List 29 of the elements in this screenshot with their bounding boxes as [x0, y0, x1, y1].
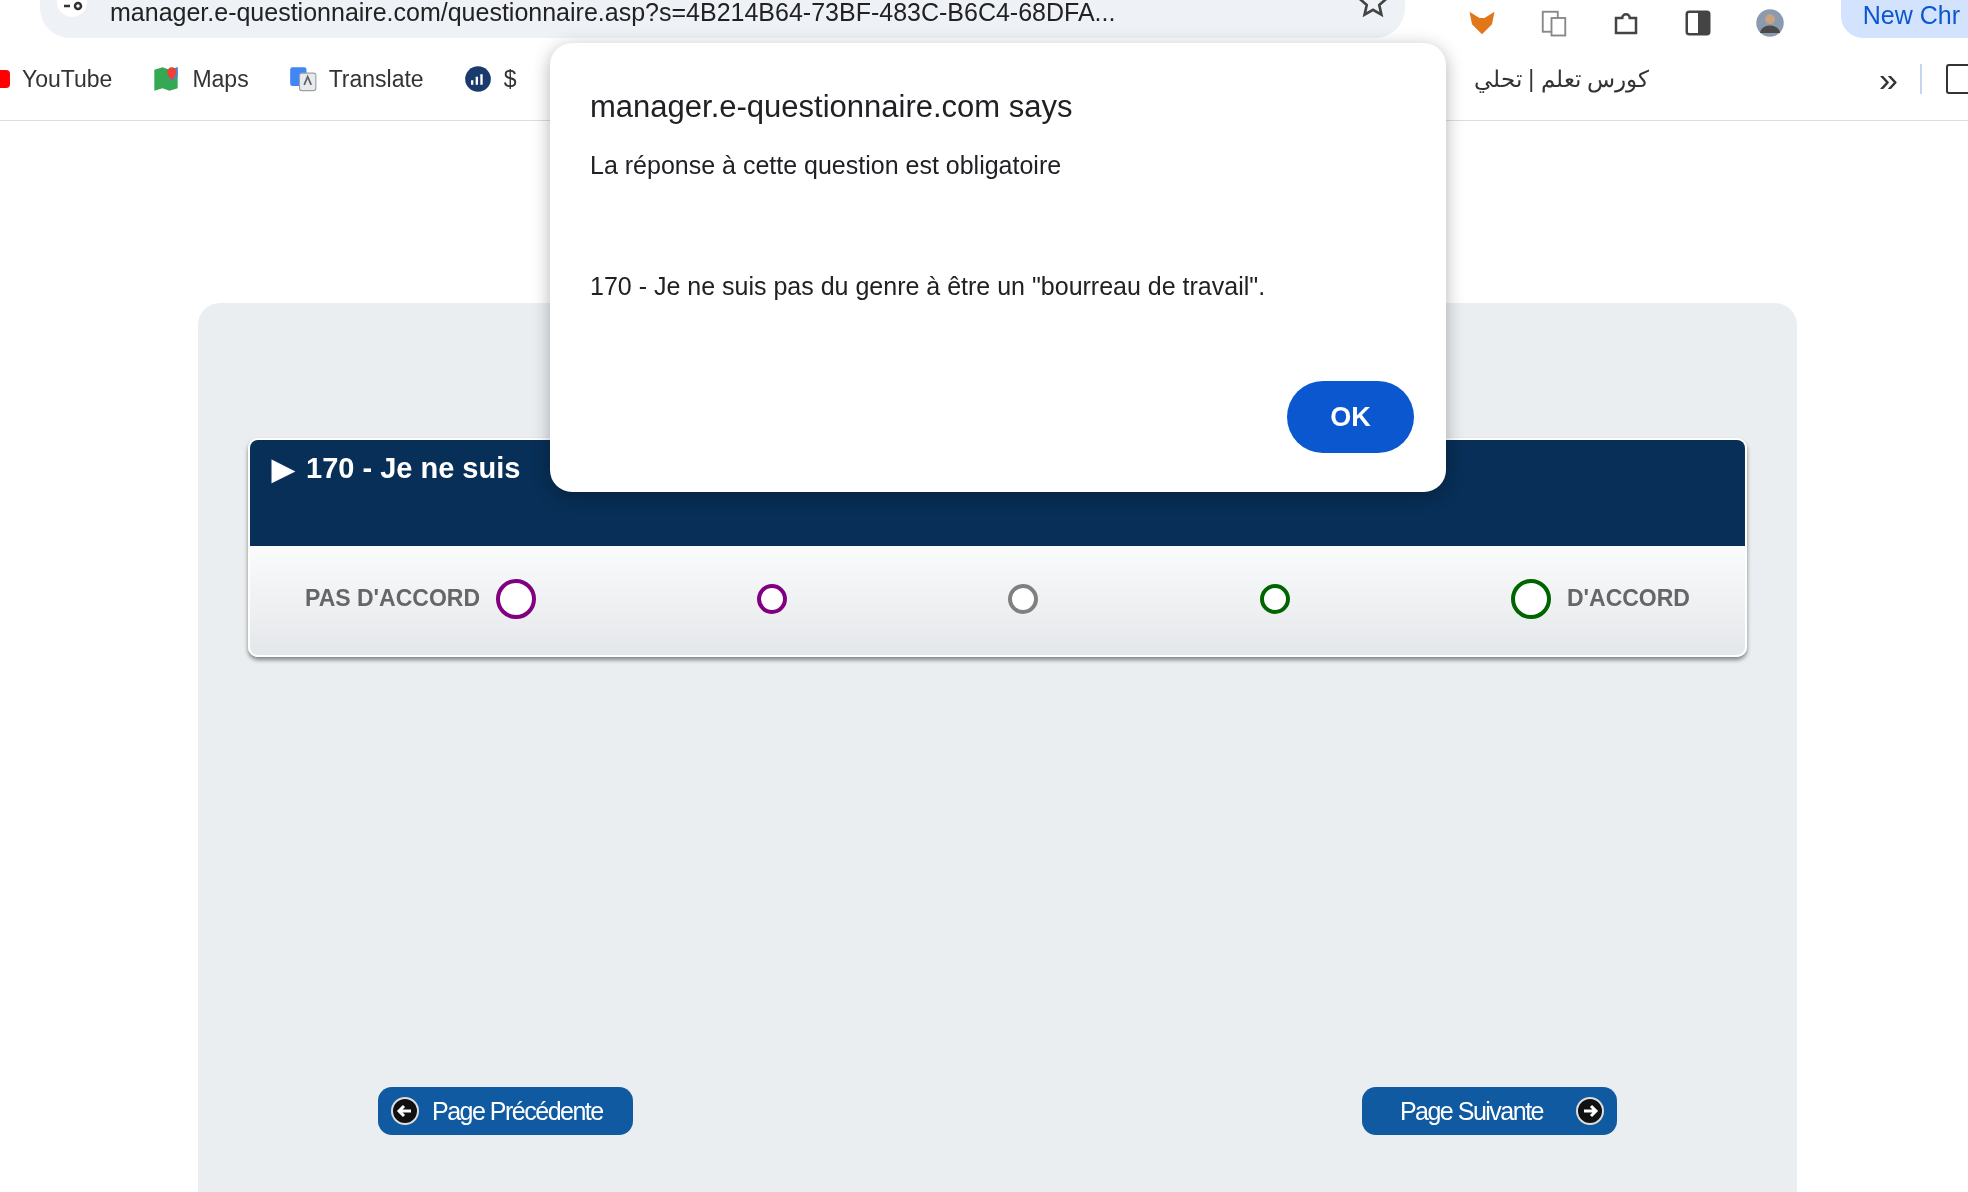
question-title: 170 - Je ne suis	[306, 452, 521, 485]
bookmark-link[interactable]: Maps	[192, 65, 249, 93]
video-icon	[0, 70, 10, 88]
scale-label: PAS D'ACCORD	[305, 585, 480, 612]
dialog-detail: 170 - Je ne suis pas du genre à être un "bourreau de travail".	[590, 272, 1267, 301]
radio-button[interactable]	[757, 583, 788, 614]
avatar-icon[interactable]	[1753, 8, 1787, 38]
bookmark-link[interactable]: كورس تعلم | تحلي	[1473, 65, 1650, 93]
radio-button[interactable]	[1259, 583, 1290, 614]
next-page-button[interactable]: Page Suivante	[1362, 1087, 1617, 1135]
dialog-message: La réponse à cette question est obligatoire	[590, 151, 1063, 180]
bookmarks-overflow-button[interactable]: »	[1879, 59, 1898, 99]
radio-button[interactable]	[1510, 578, 1551, 619]
ok-button[interactable]: OK	[1287, 381, 1414, 453]
bookmark-link[interactable]: Translate	[328, 65, 424, 93]
previous-page-button[interactable]: Page Précédente	[378, 1087, 633, 1135]
bookmark-link[interactable]: YouTube	[22, 65, 113, 93]
scale-label: D'ACCORD	[1566, 585, 1690, 612]
new-chrome-button[interactable]: New Chr	[1840, 0, 1968, 38]
address-bar[interactable]: manager.e-questionnaire.com/questionnaire.asp?s=4B214B64-73BF-483C-B6C4-68DFA...	[40, 0, 1405, 38]
map-pin-icon	[152, 65, 181, 93]
url-text[interactable]: manager.e-questionnaire.com/questionnaire.asp?s=4B214B64-73BF-483C-B6C4-68DFA...	[110, 0, 1335, 27]
radio-button[interactable]	[1008, 583, 1039, 614]
dialog-title: manager.e-questionnaire.com says	[590, 89, 1074, 125]
triangle-icon: ▶	[272, 452, 294, 486]
chart-icon	[463, 65, 492, 93]
radio-button[interactable]	[496, 578, 536, 619]
translate-icon	[288, 65, 317, 93]
bookmark-link[interactable]: $	[503, 65, 517, 93]
